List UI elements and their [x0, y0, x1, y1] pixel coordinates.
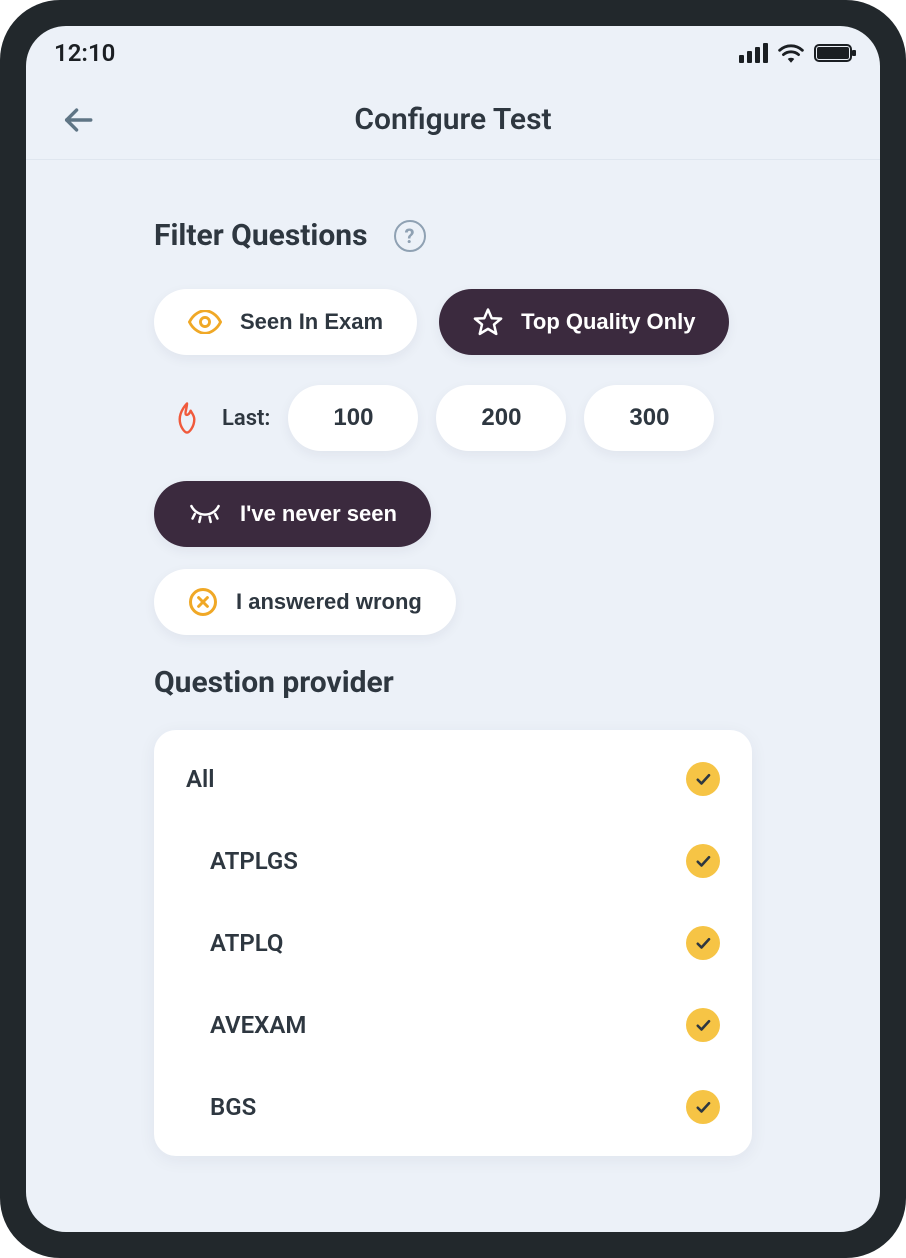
filter-answered-wrong[interactable]: I answered wrong: [154, 569, 456, 635]
smile-icon: [188, 503, 222, 525]
x-circle-icon: [188, 587, 218, 617]
provider-item-label: BGS: [210, 1093, 256, 1121]
last-option-100[interactable]: 100: [288, 385, 418, 451]
content-area: Filter Questions ? Seen In Exam Top Qual: [26, 160, 880, 1232]
provider-item-all[interactable]: All: [154, 738, 752, 820]
provider-item-label: All: [186, 765, 215, 793]
star-icon: [473, 307, 503, 337]
status-bar: 12:10: [26, 26, 880, 80]
provider-item-label: AVEXAM: [210, 1011, 306, 1039]
check-icon: [686, 762, 720, 796]
provider-item-label: ATPLQ: [210, 929, 283, 957]
filter-title: Filter Questions: [154, 218, 368, 253]
flame-icon: [172, 401, 202, 435]
filter-seen-in-exam-label: Seen In Exam: [240, 309, 383, 335]
check-icon: [686, 1008, 720, 1042]
page-title: Configure Test: [354, 102, 551, 137]
cellular-signal-icon: [739, 43, 768, 63]
provider-item-atplgs[interactable]: ATPLGS: [154, 820, 752, 902]
provider-item-bgs[interactable]: BGS: [154, 1066, 752, 1148]
last-lead: Last:: [154, 401, 270, 435]
filter-never-seen-label: I've never seen: [240, 501, 397, 527]
help-icon[interactable]: ?: [394, 220, 426, 252]
filter-row-3: I've never seen I answered wrong: [154, 481, 752, 635]
check-icon: [686, 926, 720, 960]
last-option-200[interactable]: 200: [436, 385, 566, 451]
filter-top-quality-label: Top Quality Only: [521, 309, 695, 335]
arrow-left-icon: [61, 103, 95, 137]
battery-icon: [814, 44, 852, 62]
filter-section-header: Filter Questions ?: [154, 218, 752, 253]
back-button[interactable]: [56, 98, 100, 142]
status-time: 12:10: [54, 39, 115, 67]
eye-icon: [188, 310, 222, 334]
device-frame: 12:10 Configure Test: [0, 0, 906, 1258]
filter-row-1: Seen In Exam Top Quality Only: [154, 289, 752, 355]
last-label: Last:: [222, 406, 270, 431]
check-icon: [686, 844, 720, 878]
filter-never-seen[interactable]: I've never seen: [154, 481, 431, 547]
app-header: Configure Test: [26, 80, 880, 160]
filter-top-quality[interactable]: Top Quality Only: [439, 289, 729, 355]
filter-row-last: Last: 100 200 300: [154, 385, 752, 451]
provider-list: All ATPLGS ATPLQ: [154, 730, 752, 1156]
wifi-icon: [778, 43, 804, 63]
last-option-300[interactable]: 300: [584, 385, 714, 451]
provider-item-atplq[interactable]: ATPLQ: [154, 902, 752, 984]
app-screen: 12:10 Configure Test: [26, 26, 880, 1232]
status-indicators: [739, 43, 852, 63]
provider-item-label: ATPLGS: [210, 847, 298, 875]
provider-item-avexam[interactable]: AVEXAM: [154, 984, 752, 1066]
filter-answered-wrong-label: I answered wrong: [236, 589, 422, 615]
provider-title: Question provider: [154, 665, 752, 700]
filter-seen-in-exam[interactable]: Seen In Exam: [154, 289, 417, 355]
check-icon: [686, 1090, 720, 1124]
